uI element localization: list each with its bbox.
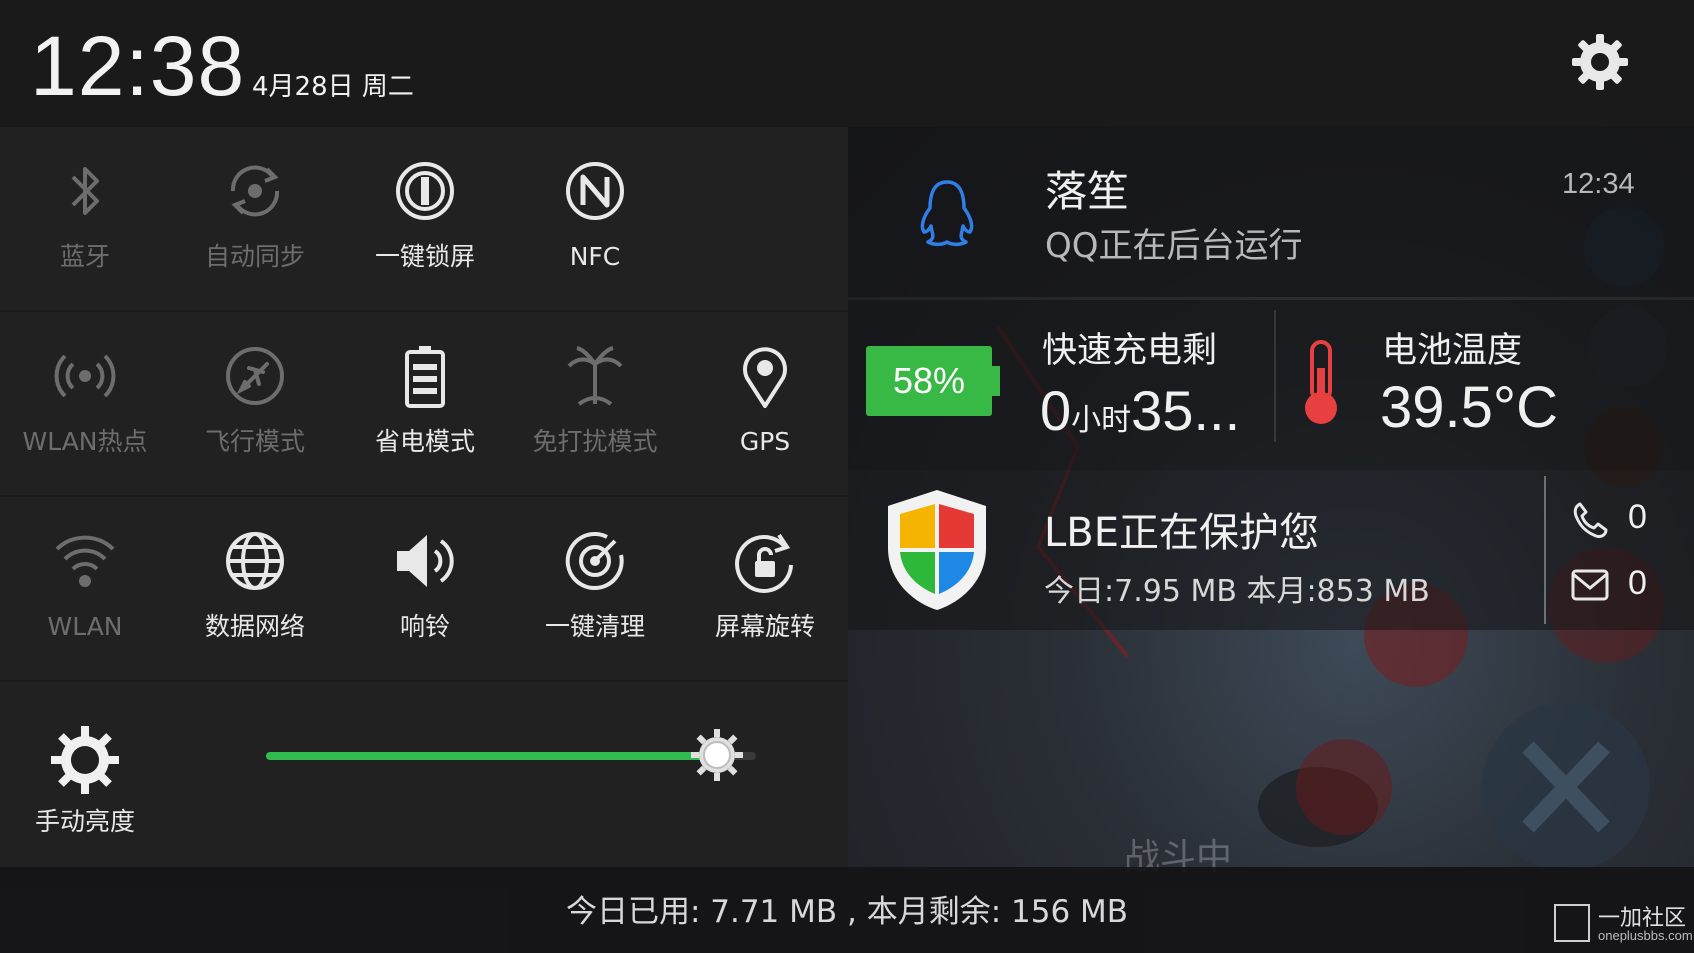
gps-pin-icon bbox=[743, 347, 787, 408]
thermometer-icon bbox=[1305, 340, 1337, 424]
battery-percent: 58% bbox=[866, 346, 992, 416]
data-usage-text: 今日已用: 7.71 MB , 本月剩余: 156 MB bbox=[565, 894, 1129, 930]
toggle-bluetooth[interactable]: 蓝牙 bbox=[0, 127, 170, 312]
charge-hours-unit: 小时 bbox=[1071, 403, 1132, 438]
toggle-screen-rotation[interactable]: 屏幕旋转 bbox=[680, 497, 850, 682]
toggle-nfc[interactable]: NFC bbox=[510, 127, 680, 312]
do-not-disturb-icon bbox=[567, 346, 623, 406]
qq-penguin-icon bbox=[920, 180, 974, 247]
lbe-traffic: 今日:7.95 MB 本月:853 MB bbox=[1044, 574, 1430, 609]
blocked-sms-count: 0 bbox=[1628, 564, 1647, 602]
speaker-icon bbox=[397, 535, 454, 587]
toggle-label: WLAN bbox=[47, 612, 123, 641]
notification-time: 12:34 bbox=[1562, 168, 1635, 200]
toggle-mobile-data[interactable]: 数据网络 bbox=[170, 497, 340, 682]
wifi-icon bbox=[55, 535, 115, 587]
toggle-label: NFC bbox=[569, 242, 621, 271]
charge-minutes: 35... bbox=[1131, 379, 1241, 442]
toggle-hotspot[interactable]: WLAN热点 bbox=[0, 312, 170, 497]
oneplus-logo-icon bbox=[1554, 904, 1590, 942]
status-bar: 12:38 4月28日 周二 bbox=[0, 0, 1694, 127]
toggle-label: 省电模式 bbox=[374, 427, 475, 456]
toggle-label: 一键清理 bbox=[544, 612, 645, 641]
toggle-label: WLAN热点 bbox=[22, 427, 148, 456]
phone-icon bbox=[1573, 502, 1608, 538]
toggle-label: 免打扰模式 bbox=[532, 427, 658, 456]
toggle-label: 响铃 bbox=[399, 612, 450, 641]
lbe-title: LBE正在保护您 bbox=[1044, 510, 1319, 556]
toggle-one-key-clean[interactable]: 一键清理 bbox=[510, 497, 680, 682]
bluetooth-icon bbox=[71, 167, 99, 215]
globe-icon bbox=[226, 532, 284, 590]
brightness-slider[interactable] bbox=[266, 729, 756, 781]
toggle-auto-sync[interactable]: 自动同步 bbox=[170, 127, 340, 312]
toggle-label: 屏幕旋转 bbox=[714, 612, 815, 641]
toggle-battery-saver[interactable]: 省电模式 bbox=[340, 312, 510, 497]
charge-remaining: 0小时35... bbox=[1040, 378, 1240, 443]
toggle-lock-screen[interactable]: 一键锁屏 bbox=[340, 127, 510, 312]
toggle-gps[interactable]: GPS bbox=[680, 312, 850, 497]
date: 4月28日 周二 bbox=[252, 72, 414, 102]
toggle-airplane[interactable]: 飞行模式 bbox=[170, 312, 340, 497]
battery-saver-icon bbox=[405, 346, 445, 408]
brightness-label: 手动亮度 bbox=[34, 807, 135, 836]
toggle-label: 自动同步 bbox=[204, 242, 305, 271]
toggle-label: GPS bbox=[739, 427, 791, 456]
brightness-slider-fill bbox=[266, 752, 717, 760]
battery-temp-label: 电池温度 bbox=[1382, 331, 1523, 371]
message-icon bbox=[1571, 569, 1609, 601]
toggle-wlan[interactable]: WLAN bbox=[0, 497, 170, 682]
clean-icon bbox=[565, 532, 624, 590]
divider bbox=[1544, 476, 1546, 624]
divider bbox=[1274, 310, 1276, 442]
notification-text: QQ正在后台运行 bbox=[1045, 226, 1303, 266]
brightness-icon bbox=[51, 726, 119, 794]
watermark: 一加社区 oneplusbbs.com bbox=[1554, 898, 1693, 948]
sync-icon bbox=[230, 165, 280, 217]
gear-icon bbox=[1572, 34, 1628, 90]
watermark-url: oneplusbbs.com bbox=[1598, 928, 1693, 943]
shield-icon bbox=[888, 490, 986, 610]
toggle-label: 蓝牙 bbox=[59, 242, 110, 271]
settings-button[interactable] bbox=[1568, 30, 1632, 94]
notification-title: 落笙 bbox=[1045, 167, 1130, 216]
battery-temp-value: 39.5°C bbox=[1380, 375, 1558, 440]
toggle-ringer[interactable]: 响铃 bbox=[340, 497, 510, 682]
nfc-icon bbox=[566, 162, 624, 220]
toggle-do-not-disturb[interactable]: 免打扰模式 bbox=[510, 312, 680, 497]
blocked-calls-count: 0 bbox=[1628, 498, 1647, 536]
clock: 12:38 bbox=[30, 19, 246, 113]
toggle-label: 数据网络 bbox=[204, 612, 305, 641]
brightness-mode-toggle[interactable]: 手动亮度 bbox=[0, 682, 170, 867]
charge-label: 快速充电剩 bbox=[1042, 331, 1218, 371]
brightness-slider-thumb[interactable] bbox=[689, 727, 745, 783]
lock-screen-icon bbox=[396, 162, 454, 220]
charge-hours: 0 bbox=[1040, 379, 1072, 442]
hotspot-icon bbox=[54, 354, 116, 398]
toggle-label: 一键锁屏 bbox=[374, 242, 475, 271]
rotation-lock-icon bbox=[735, 533, 793, 593]
airplane-icon bbox=[226, 347, 284, 405]
toggle-label: 飞行模式 bbox=[204, 427, 305, 456]
battery-icon-tip bbox=[992, 366, 1000, 396]
